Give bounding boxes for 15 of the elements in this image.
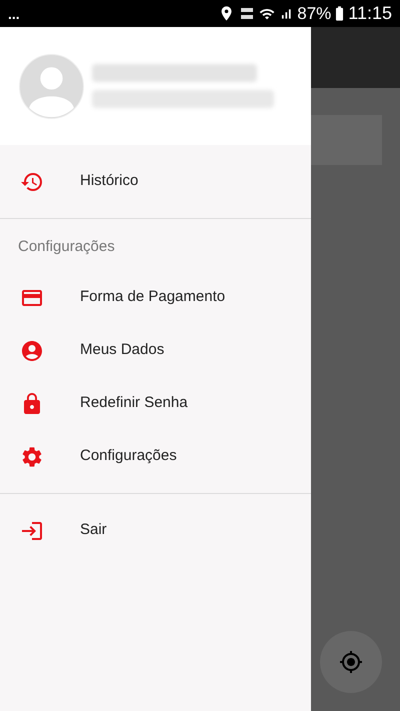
clock: 11:15 xyxy=(348,2,392,25)
menu-item[interactable]: Histórico xyxy=(0,155,311,208)
crosshair-icon xyxy=(339,650,363,674)
section-heading: Configurações xyxy=(17,236,116,257)
battery-percent: 87% xyxy=(297,2,332,25)
avatar-icon xyxy=(19,54,84,118)
menu-item[interactable]: Configurações xyxy=(0,430,311,483)
menu-item[interactable]: Forma de Pagamento xyxy=(0,271,311,324)
menu-item[interactable]: Meus Dados xyxy=(0,324,311,377)
menu-item[interactable]: Redefinir Senha xyxy=(0,377,311,430)
settings-icon xyxy=(20,444,44,468)
signal-icon xyxy=(279,6,294,20)
notification-dots: ... xyxy=(8,6,20,20)
menu-item[interactable]: Sair xyxy=(0,504,311,557)
search-card xyxy=(311,115,382,165)
